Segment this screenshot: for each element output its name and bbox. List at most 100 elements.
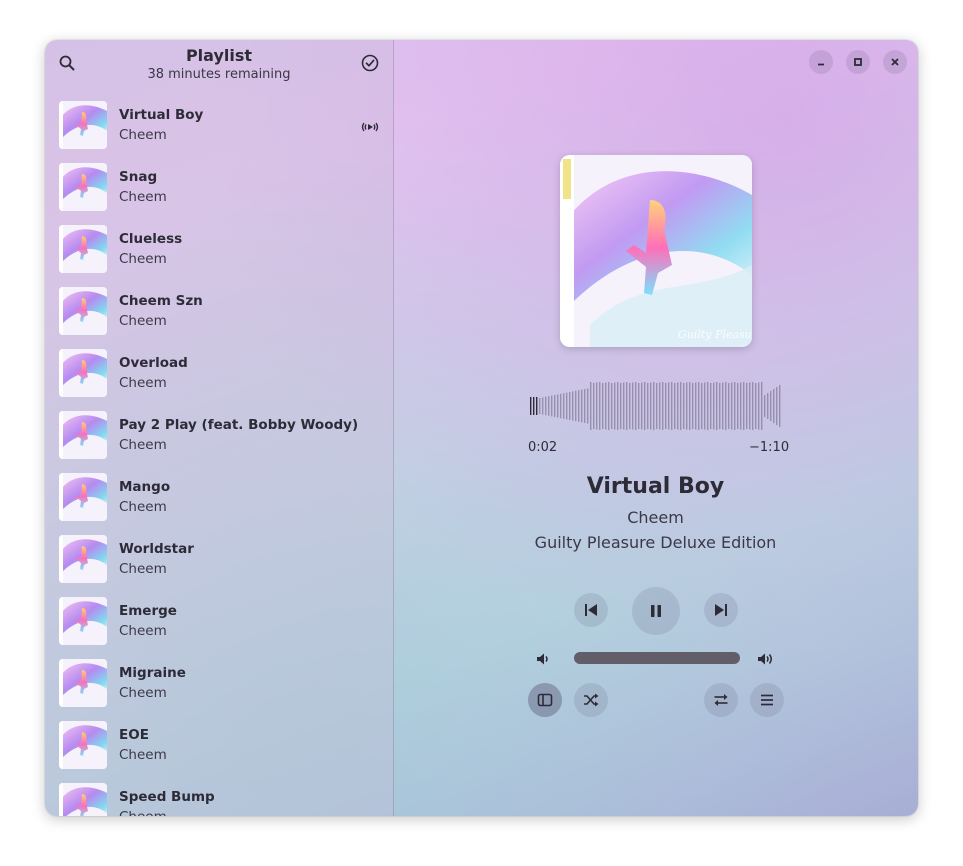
check-circle-icon[interactable]: [358, 51, 382, 75]
repeat-button[interactable]: [704, 683, 738, 717]
waveform-bar: [740, 382, 742, 430]
waveform-bar: [674, 383, 676, 429]
volume-high-icon: [754, 647, 778, 671]
maximize-button[interactable]: [846, 50, 870, 74]
waveform-bar: [641, 382, 643, 430]
track-title: EOE: [119, 727, 149, 743]
waveform-bar: [605, 382, 607, 430]
waveform-bar: [770, 391, 772, 421]
waveform-bar: [587, 388, 589, 424]
maximize-icon: [854, 58, 862, 66]
track-row[interactable]: EOE Cheem: [45, 718, 393, 780]
track-title: Virtual Boy: [119, 107, 204, 123]
waveform-bar: [566, 392, 568, 420]
waveform-seek-bar[interactable]: [528, 380, 784, 432]
track-artist: Cheem: [119, 313, 167, 329]
previous-button[interactable]: [574, 593, 608, 627]
minimize-button[interactable]: [809, 50, 833, 74]
waveform-bar: [626, 382, 628, 430]
now-playing-artist: Cheem: [627, 508, 684, 527]
waveform-bar: [554, 395, 556, 417]
track-row[interactable]: Migraine Cheem: [45, 656, 393, 718]
remaining-time: −1:10: [749, 440, 790, 455]
waveform-bar: [629, 383, 631, 429]
sidebar-toggle-button[interactable]: [528, 683, 562, 717]
waveform-bar: [596, 382, 598, 430]
waveform-bar: [530, 397, 532, 415]
waveform-bar: [602, 383, 604, 429]
waveform-bar: [704, 382, 706, 430]
waveform-bar: [776, 387, 778, 425]
waveform-bar: [728, 383, 730, 429]
time-remaining: 38 minutes remaining: [147, 67, 291, 82]
skip-back-icon: [585, 604, 597, 616]
track-row[interactable]: Worldstar Cheem: [45, 532, 393, 594]
waveform-bar: [533, 397, 535, 415]
track-row[interactable]: Virtual Boy Cheem: [45, 98, 393, 160]
track-cover: [59, 101, 107, 149]
waveform-bar: [719, 383, 721, 429]
waveform-bar: [590, 382, 592, 430]
shuffle-icon: [584, 693, 599, 707]
skip-forward-icon: [715, 604, 727, 616]
waveform-bar: [536, 397, 538, 415]
waveform-bar: [710, 383, 712, 429]
waveform-bar: [632, 382, 634, 430]
track-row[interactable]: Snag Cheem: [45, 160, 393, 222]
waveform-bar: [608, 382, 610, 430]
sidebar-header: Playlist 38 minutes remaining: [45, 40, 393, 96]
track-cover: [59, 721, 107, 769]
waveform-bar: [560, 393, 562, 419]
track-title: Cheem Szn: [119, 293, 203, 309]
track-row[interactable]: Overload Cheem: [45, 346, 393, 408]
track-cover: [59, 783, 107, 816]
waveform-bar: [689, 382, 691, 430]
track-row[interactable]: Clueless Cheem: [45, 222, 393, 284]
track-title: Snag: [119, 169, 158, 185]
volume-slider[interactable]: [574, 652, 740, 664]
waveform-bar: [620, 383, 622, 429]
track-title: Mango: [119, 479, 171, 495]
svg-text:Guilty Pleasure: Guilty Pleasure: [678, 328, 752, 341]
track-artist: Cheem: [119, 499, 167, 515]
track-row[interactable]: Mango Cheem: [45, 470, 393, 532]
track-cover: [59, 659, 107, 707]
waveform-bar: [668, 382, 670, 430]
waveform-bar: [611, 383, 613, 429]
waveform-bar: [599, 382, 601, 430]
waveform-bar: [581, 389, 583, 423]
waveform-bar: [671, 382, 673, 430]
waveform-bar: [575, 390, 577, 422]
elapsed-time: 0:02: [528, 440, 558, 455]
play-pause-button[interactable]: [632, 587, 680, 635]
track-title: Speed Bump: [119, 789, 215, 805]
next-button[interactable]: [704, 593, 738, 627]
track-artist: Cheem: [119, 623, 167, 639]
waveform-bar: [767, 393, 769, 419]
shuffle-button[interactable]: [574, 683, 608, 717]
waveform-bar: [686, 382, 688, 430]
waveform-bar: [638, 383, 640, 429]
waveform-bar: [551, 395, 553, 417]
track-cover: [59, 411, 107, 459]
track-row[interactable]: Cheem Szn Cheem: [45, 284, 393, 346]
track-row[interactable]: Emerge Cheem: [45, 594, 393, 656]
waveform-bar: [761, 382, 763, 430]
waveform-bar: [725, 382, 727, 430]
track-row[interactable]: Pay 2 Play (feat. Bobby Woody) Cheem: [45, 408, 393, 470]
track-cover: [59, 535, 107, 583]
waveform-bar: [650, 382, 652, 430]
waveform-bar: [614, 382, 616, 430]
track-row[interactable]: Speed Bump Cheem: [45, 780, 393, 816]
now-playing-title: Virtual Boy: [586, 474, 725, 499]
waveform-bar: [647, 383, 649, 429]
waveform-bar: [737, 383, 739, 429]
waveform-bar: [665, 383, 667, 429]
close-button[interactable]: [883, 50, 907, 74]
sidebar-icon: [537, 693, 553, 707]
album-art: Guilty Pleasure: [560, 155, 752, 347]
menu-button[interactable]: [750, 683, 784, 717]
track-cover: [59, 225, 107, 273]
waveform-bar: [557, 394, 559, 418]
waveform-bar: [635, 382, 637, 430]
